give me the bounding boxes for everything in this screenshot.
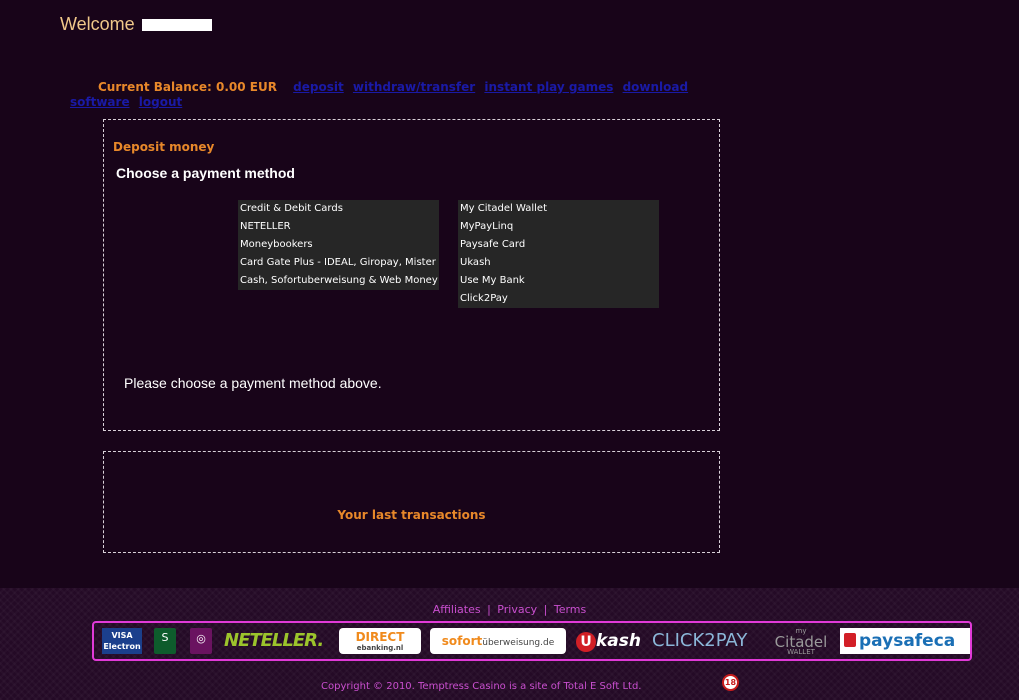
deposit-panel: Deposit money Choose a payment method Cr… (103, 119, 720, 431)
payment-method-option[interactable]: Cash, Sofortuberweisung & Web Money (238, 272, 439, 290)
payment-method-option[interactable]: MyPayLinq (458, 218, 659, 236)
age-18-badge-icon: 18 (722, 674, 739, 691)
payment-method-option[interactable]: NETELLER (238, 218, 439, 236)
lock-icon (844, 633, 856, 647)
sofort-logo: sofortüberweisung.de (430, 628, 566, 654)
solo-logo: ◎ (190, 628, 212, 654)
switch-logo: S (154, 628, 176, 654)
payment-method-option[interactable]: Paysafe Card (458, 236, 659, 254)
logout-link[interactable]: logout (139, 95, 182, 109)
deposit-title: Deposit money (113, 140, 215, 154)
direct-text: DIRECT (355, 630, 405, 644)
transactions-panel: Your last transactions (103, 451, 720, 553)
citadel-wallet-logo: my Citadel WALLET (770, 628, 832, 656)
payment-methods-list-left[interactable]: Credit & Debit Cards NETELLER Moneybooke… (238, 200, 439, 290)
payment-method-option[interactable]: Card Gate Plus - IDEAL, Giropay, Mister (238, 254, 439, 272)
instant-play-link[interactable]: instant play games (484, 80, 613, 94)
ukash-text: kash (596, 631, 641, 651)
terms-link[interactable]: Terms (554, 603, 586, 616)
privacy-link[interactable]: Privacy (497, 603, 537, 616)
transactions-title: Your last transactions (337, 508, 486, 522)
electron-text: Electron (103, 642, 141, 651)
sofort-text: sofort (441, 634, 483, 648)
direct-ebanking-logo: DIRECT ebanking.nl (339, 628, 421, 654)
payment-method-option[interactable]: My Citadel Wallet (458, 200, 659, 218)
ukash-u-icon: U (576, 632, 596, 652)
choose-payment-heading: Choose a payment method (116, 165, 295, 181)
account-navbar: Current Balance: 0.00 EUR deposit withdr… (70, 80, 690, 110)
visa-text: VISA (111, 631, 133, 640)
payment-logos-strip: VISA Electron S ◎ NETELLER. DIRECT ebank… (92, 621, 972, 661)
withdraw-transfer-link[interactable]: withdraw/transfer (353, 80, 475, 94)
link-separator: | (543, 603, 548, 616)
redacted-username (141, 19, 212, 32)
payment-method-option[interactable]: Moneybookers (238, 236, 439, 254)
deposit-link[interactable]: deposit (293, 80, 344, 94)
ukash-logo: Ukash (576, 628, 644, 654)
payment-method-option[interactable]: Ukash (458, 254, 659, 272)
footer: Affiliates | Privacy | Terms VISA Electr… (0, 588, 1019, 700)
copyright-text: Copyright © 2010. Temptress Casino is a … (321, 681, 642, 692)
paysafecard-logo: paysafeca (840, 628, 970, 654)
affiliates-link[interactable]: Affiliates (433, 603, 481, 616)
link-separator: | (487, 603, 491, 616)
click2pay-logo: CLICK2PAY (652, 630, 748, 651)
welcome-label: Welcome (60, 14, 135, 34)
payment-method-option[interactable]: Use My Bank (458, 272, 659, 290)
choose-method-prompt: Please choose a payment method above. (124, 375, 382, 391)
payment-methods-list-right[interactable]: My Citadel Wallet MyPayLinq Paysafe Card… (458, 200, 659, 308)
paysafe-text: paysafeca (859, 631, 956, 651)
current-balance: Current Balance: 0.00 EUR (98, 80, 277, 94)
footer-links: Affiliates | Privacy | Terms (0, 603, 1019, 616)
payment-method-option[interactable]: Credit & Debit Cards (238, 200, 439, 218)
sofort-subtext: überweisung.de (482, 638, 555, 648)
welcome-message: Welcome (60, 14, 212, 35)
neteller-logo: NETELLER. (224, 630, 324, 651)
direct-subtext: ebanking.nl (356, 644, 404, 652)
payment-method-option[interactable]: Click2Pay (458, 290, 659, 308)
visa-electron-logo: VISA Electron (102, 628, 142, 654)
